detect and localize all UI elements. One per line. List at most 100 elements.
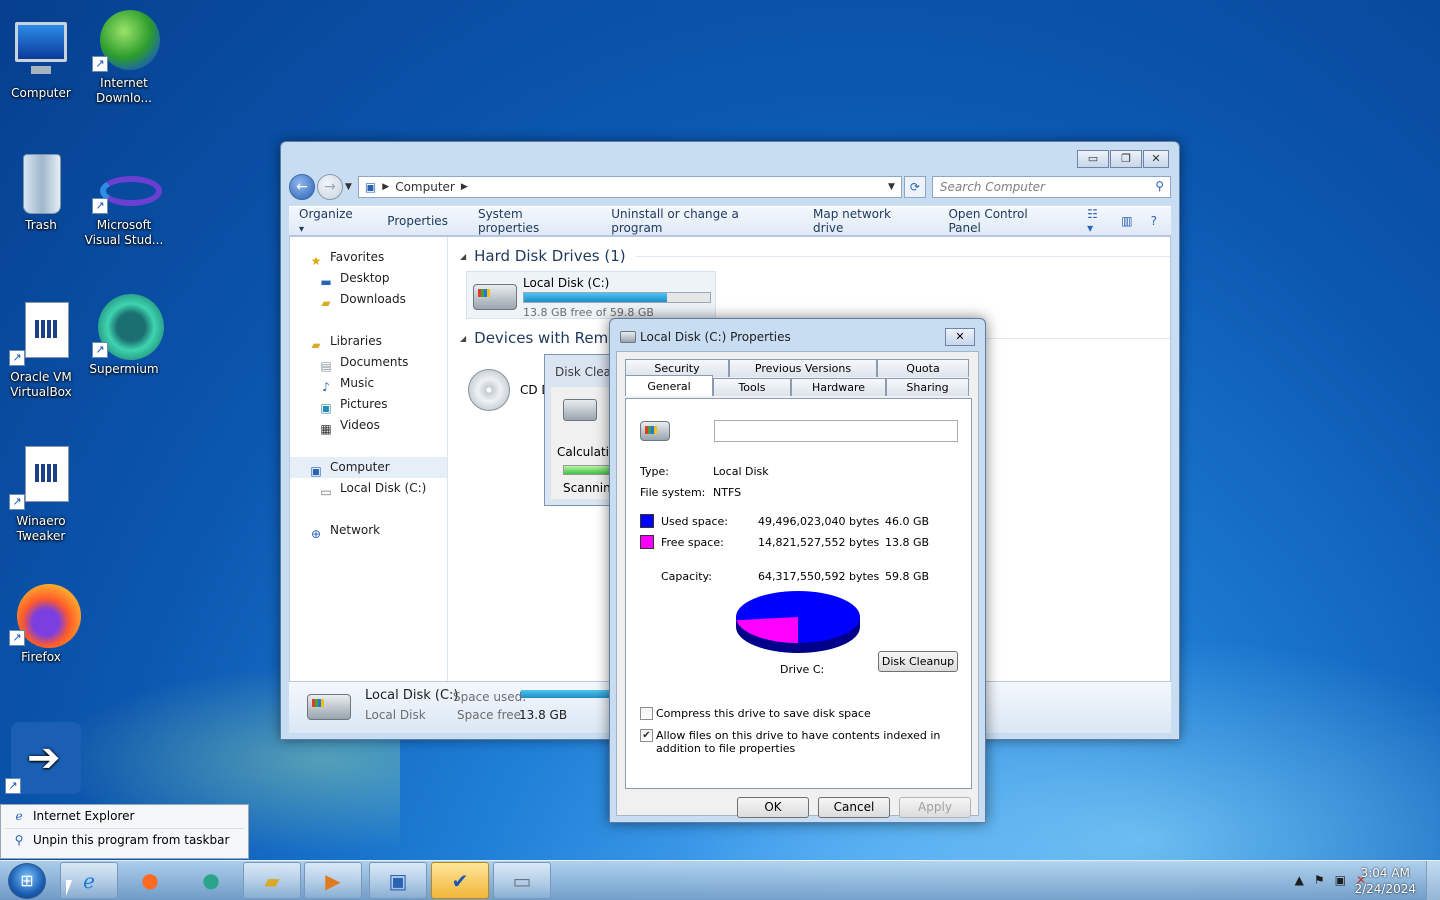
- downloads-folder-icon: ▰: [321, 295, 331, 310]
- nav-label: Favorites: [330, 250, 385, 264]
- view-options-icon[interactable]: ☷ ▾: [1087, 207, 1103, 235]
- desktop-icon-winaero-tweaker[interactable]: ↗ Winaero Tweaker: [0, 446, 82, 544]
- taskbar-explorer[interactable]: ▰: [243, 862, 301, 899]
- drive-name: Local Disk (C:): [523, 276, 610, 290]
- drive-label-input[interactable]: [714, 420, 958, 442]
- address-dropdown-icon[interactable]: ▼: [888, 182, 895, 192]
- compress-checkbox[interactable]: [640, 707, 653, 720]
- preview-pane-icon[interactable]: ▥: [1121, 214, 1132, 228]
- nav-label: Network: [330, 523, 381, 537]
- open-control-panel-button[interactable]: Open Control Panel: [948, 207, 1057, 235]
- nav-pictures[interactable]: ▣ Pictures: [290, 394, 447, 415]
- organize-button[interactable]: Organize: [299, 207, 357, 235]
- jumplist-unpin[interactable]: ⚲ Unpin this program from taskbar: [1, 829, 248, 852]
- tab-hardware[interactable]: Hardware: [791, 378, 886, 396]
- nav-network[interactable]: ⊕ Network: [290, 520, 447, 541]
- help-icon[interactable]: ?: [1151, 214, 1157, 228]
- address-bar[interactable]: ▣ ▶ Computer ▶ ▼: [357, 176, 902, 198]
- show-desktop-button[interactable]: [1426, 861, 1440, 900]
- network-status-icon[interactable]: ▣: [1335, 873, 1346, 887]
- space-free-label: Space free:: [457, 708, 526, 722]
- tab-previous-versions[interactable]: Previous Versions: [729, 359, 877, 377]
- nav-desktop[interactable]: ▬ Desktop: [290, 268, 447, 289]
- index-label: Allow files on this drive to have conten…: [656, 729, 941, 755]
- nav-favorites[interactable]: ★ Favorites: [290, 247, 447, 268]
- hard-drive-icon: ▭: [320, 484, 332, 499]
- desktop-icon-label: Oracle VM VirtualBox: [10, 370, 72, 399]
- uninstall-program-button[interactable]: Uninstall or change a program: [611, 207, 783, 235]
- desktop-icon-trash[interactable]: Trash: [0, 150, 82, 233]
- recent-pages-dropdown[interactable]: ▼: [345, 182, 352, 192]
- used-space-label: Used space:: [661, 515, 729, 528]
- group-hard-disk-drives[interactable]: ◢ Hard Disk Drives (1): [460, 247, 1170, 265]
- back-button[interactable]: ←: [289, 174, 315, 200]
- desktop-icon-free-download-manager[interactable]: ➔ ↗: [0, 722, 82, 798]
- desktop-icon-firefox[interactable]: ↗ Firefox: [0, 582, 82, 665]
- nav-music[interactable]: ♪ Music: [290, 373, 447, 394]
- hard-drive-icon: ▭: [512, 869, 532, 893]
- details-subtitle: Local Disk: [365, 708, 426, 722]
- space-free-value: 13.8 GB: [519, 708, 568, 722]
- taskbar-supermium[interactable]: ●: [182, 862, 240, 899]
- desktop-icon-label: Firefox: [21, 650, 61, 664]
- used-space-bytes: 49,496,023,040 bytes: [758, 515, 880, 528]
- taskbar-media-player[interactable]: ▶: [304, 862, 362, 899]
- forward-button[interactable]: →: [317, 174, 343, 200]
- used-space-gb: 46.0 GB: [885, 515, 930, 528]
- taskbar-properties-dialog[interactable]: ✔: [431, 862, 489, 899]
- taskbar-firefox[interactable]: ●: [121, 862, 179, 899]
- desktop-icon-visual-studio[interactable]: ↗ Microsoft Visual Stud...: [83, 166, 165, 248]
- tab-general[interactable]: General: [625, 375, 713, 396]
- search-icon[interactable]: ⚲: [1155, 179, 1164, 193]
- local-disk-tile[interactable]: Local Disk (C:) 13.8 GB free of 59.8 GB: [466, 271, 716, 319]
- capacity-label: Capacity:: [661, 570, 712, 583]
- document-icon: ↗: [9, 446, 73, 510]
- maximize-button[interactable]: ❐: [1110, 150, 1142, 168]
- taskbar-computer[interactable]: ▣: [369, 862, 427, 899]
- start-button[interactable]: ⊞: [8, 863, 46, 899]
- shortcut-arrow-icon: ↗: [92, 198, 108, 214]
- desktop-icon-virtualbox[interactable]: ↗ Oracle VM VirtualBox: [0, 302, 82, 400]
- desktop-icon-internet-download-manager[interactable]: ↗ Internet Downlo...: [83, 8, 165, 106]
- tab-sharing[interactable]: Sharing: [886, 378, 969, 396]
- shortcut-arrow-icon: ↗: [9, 494, 25, 510]
- nav-computer[interactable]: ▣ Computer: [290, 457, 447, 478]
- cancel-button[interactable]: Cancel: [818, 797, 890, 818]
- nav-libraries[interactable]: ▰ Libraries: [290, 331, 447, 352]
- star-icon: ★: [310, 253, 322, 268]
- desktop-icon-supermium[interactable]: ↗ Supermium: [83, 294, 165, 377]
- apply-button[interactable]: Apply: [899, 797, 971, 818]
- ok-button[interactable]: OK: [737, 797, 809, 818]
- map-network-drive-button[interactable]: Map network drive: [813, 207, 918, 235]
- nav-downloads[interactable]: ▰ Downloads: [290, 289, 447, 310]
- shortcut-arrow-icon: ↗: [9, 350, 25, 366]
- desktop-icon-computer[interactable]: Computer: [0, 18, 82, 101]
- taskbar-disk-cleanup[interactable]: ▭: [493, 862, 551, 899]
- nav-videos[interactable]: ▦ Videos: [290, 415, 447, 436]
- jumplist-label: Unpin this program from taskbar: [33, 833, 230, 847]
- action-center-flag-icon[interactable]: ⚑: [1314, 873, 1325, 887]
- nav-label: Pictures: [340, 397, 388, 411]
- system-properties-button[interactable]: System properties: [478, 207, 581, 235]
- properties-button[interactable]: Properties: [387, 214, 448, 228]
- nav-local-disk[interactable]: ▭ Local Disk (C:): [290, 478, 447, 499]
- cd-drive-item[interactable]: CD D: [468, 369, 551, 411]
- jumplist-internet-explorer[interactable]: ℯ Internet Explorer: [1, 805, 248, 828]
- disk-cleanup-button[interactable]: Disk Cleanup: [878, 651, 958, 672]
- close-button[interactable]: ✕: [1143, 150, 1169, 168]
- tab-tools[interactable]: Tools: [713, 378, 791, 396]
- breadcrumb-computer[interactable]: Computer: [395, 180, 455, 194]
- search-input[interactable]: Search Computer ⚲: [931, 176, 1171, 198]
- dialog-close-button[interactable]: ✕: [945, 328, 975, 346]
- internet-explorer-icon: ℯ: [15, 809, 23, 823]
- minimize-button[interactable]: ▭: [1077, 150, 1109, 168]
- index-checkbox[interactable]: ✔: [640, 729, 653, 742]
- hard-drive-icon: [473, 284, 517, 310]
- tab-quota[interactable]: Quota: [877, 359, 969, 377]
- refresh-button[interactable]: ⟳: [903, 176, 926, 198]
- cd-drive-icon: [468, 369, 510, 411]
- nav-documents[interactable]: ▤ Documents: [290, 352, 447, 373]
- taskbar-clock[interactable]: 3:04 AM 2/24/2024: [1354, 865, 1416, 897]
- show-hidden-icons-icon[interactable]: ▲: [1295, 873, 1304, 887]
- search-placeholder: Search Computer: [939, 180, 1045, 194]
